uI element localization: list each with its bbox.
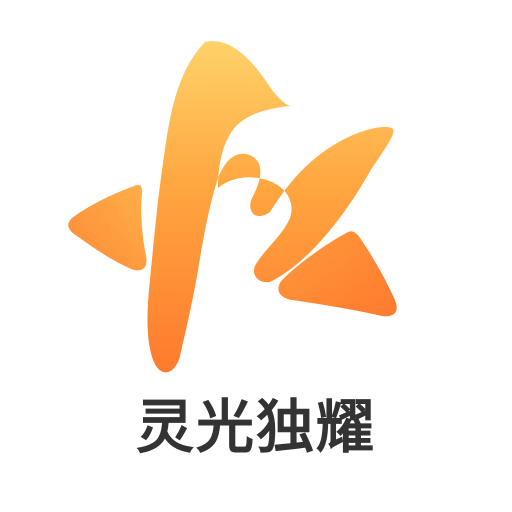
logo-main-flame-shape (147, 41, 394, 373)
flame-star-logo-icon (68, 41, 397, 373)
app-icon-canvas: 灵光独耀 (0, 0, 512, 512)
brand-name: 灵光独耀 (135, 393, 376, 461)
logo-left-wing-shape (68, 184, 147, 271)
